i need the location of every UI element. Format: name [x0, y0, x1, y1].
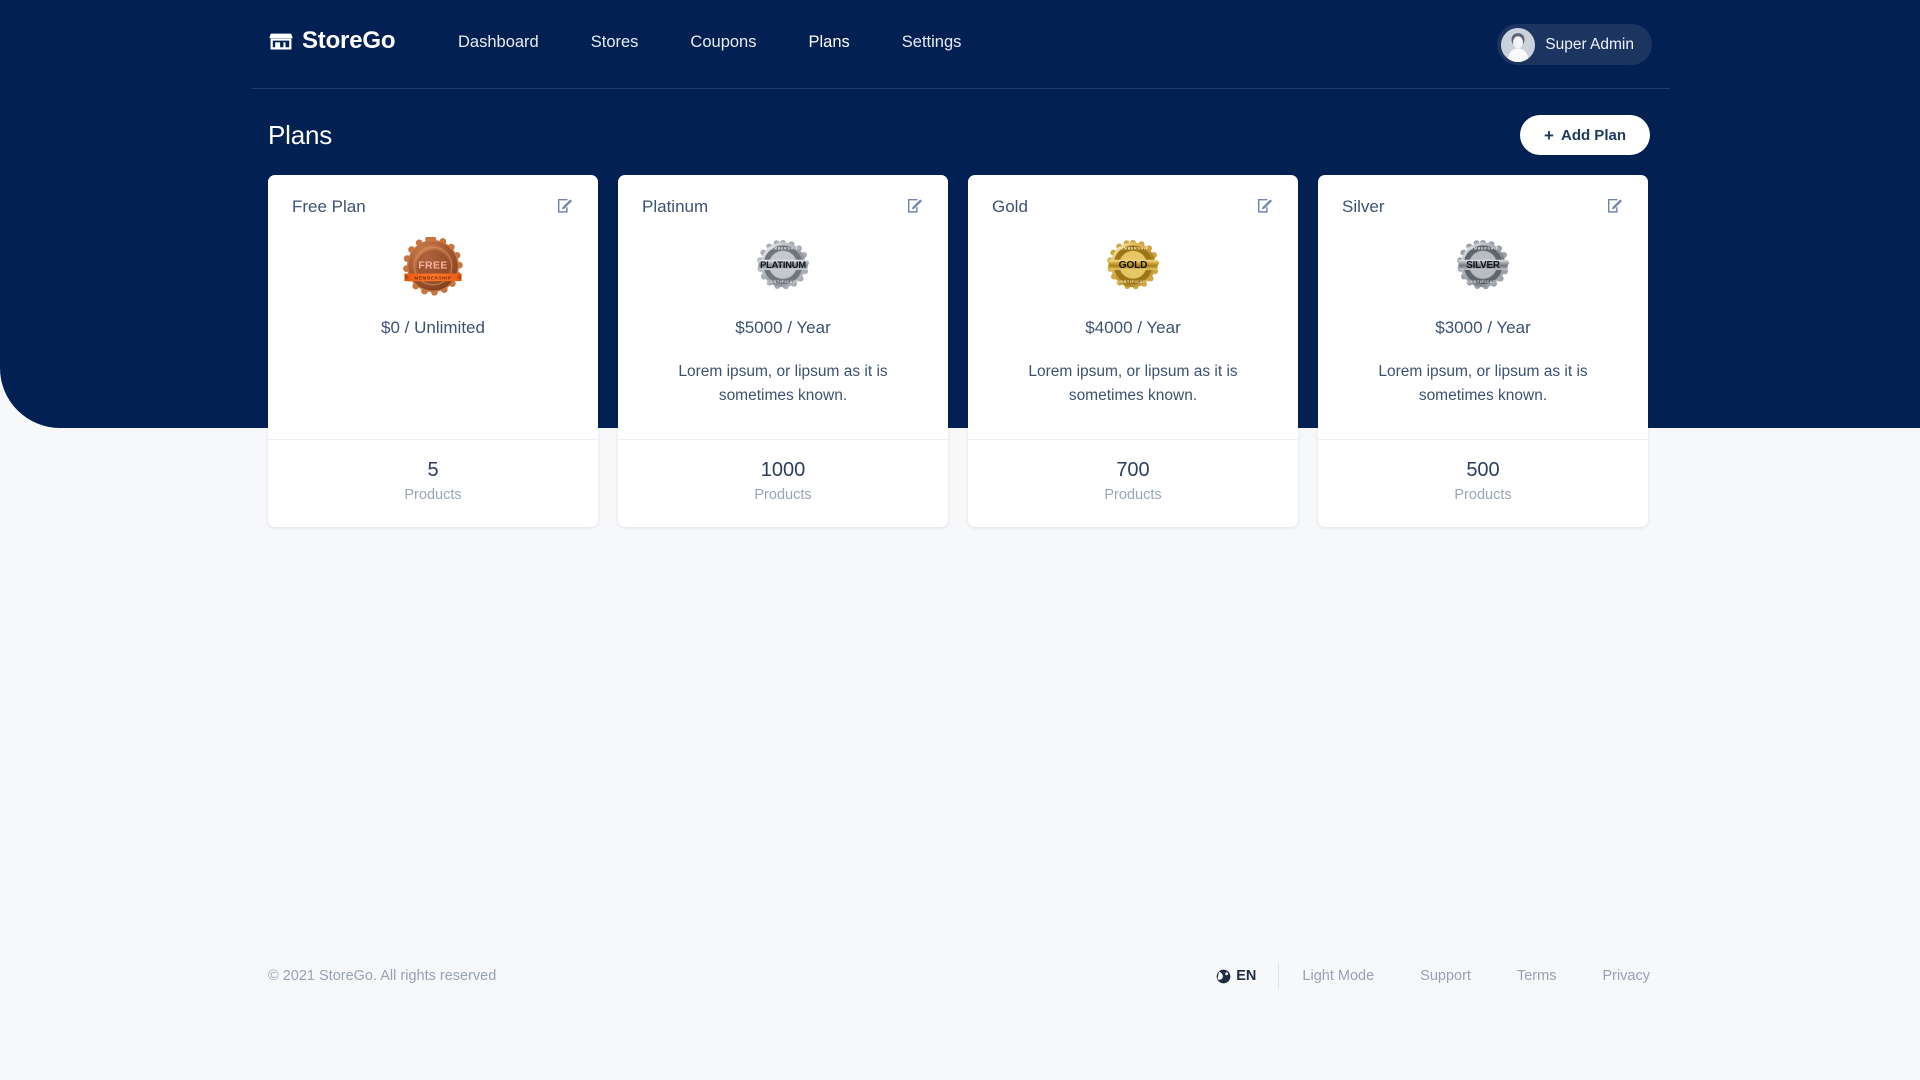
- nav-link-coupons[interactable]: Coupons: [690, 33, 756, 52]
- add-plan-button-label: Add Plan: [1560, 126, 1626, 144]
- add-plan-button[interactable]: + Add Plan: [1520, 115, 1650, 155]
- silver-membership-badge-icon: MEMBERSHIP CERTIFICATE SILVER: [1453, 237, 1513, 297]
- nav-link-dashboard[interactable]: Dashboard: [458, 33, 539, 52]
- nav-link-stores[interactable]: Stores: [591, 33, 639, 52]
- brand-name: StoreGo: [302, 27, 396, 54]
- plan-description: Lorem ipsum, or lipsum as it is sometime…: [678, 363, 888, 405]
- plan-card-title: Silver: [1342, 197, 1385, 216]
- plan-card-free: Free Plan FREE MEMBERSHIP $0 / Unlimited…: [268, 175, 598, 528]
- nav-divider: [252, 88, 1670, 89]
- nav-link-settings[interactable]: Settings: [902, 33, 962, 52]
- svg-text:GOLD: GOLD: [1119, 261, 1148, 272]
- edit-pencil-icon[interactable]: [906, 197, 924, 215]
- svg-text:MEMBERSHIP: MEMBERSHIP: [1467, 247, 1499, 251]
- page-title: Plans: [268, 119, 333, 150]
- plan-description: Lorem ipsum, or lipsum as it is sometime…: [1028, 363, 1238, 405]
- plan-description: Lorem ipsum, or lipsum as it is sometime…: [1378, 363, 1588, 405]
- svg-text:CERTIFICATE: CERTIFICATE: [1467, 280, 1499, 284]
- plan-product-count: 700: [1116, 459, 1150, 482]
- language-label: EN: [1236, 968, 1257, 984]
- plan-card-title: Gold: [992, 197, 1028, 216]
- svg-text:FREE: FREE: [418, 260, 448, 272]
- brand-logo[interactable]: StoreGo: [268, 28, 395, 54]
- edit-pencil-icon[interactable]: [1606, 197, 1624, 215]
- globe-icon: [1216, 969, 1231, 984]
- user-name: Super Admin: [1545, 35, 1634, 53]
- plan-card-body: MEMBERSHIP CERTIFICATE GOLD $4000 / Year…: [968, 217, 1298, 439]
- page-root: StoreGo Dashboard Stores Coupons Plans S…: [0, 0, 1920, 1080]
- footer-link-light-mode[interactable]: Light Mode: [1279, 968, 1397, 984]
- avatar: [1501, 27, 1536, 62]
- plan-card-header: Gold: [968, 175, 1298, 217]
- plan-card-header: Silver: [1318, 175, 1648, 217]
- svg-text:CERTIFICATE: CERTIFICATE: [1117, 280, 1149, 284]
- plan-card-header: Free Plan: [268, 175, 598, 217]
- plus-icon: +: [1544, 125, 1554, 145]
- plan-product-count-label: Products: [404, 487, 462, 504]
- storefront-icon: [268, 28, 294, 54]
- svg-text:MEMBERSHIP: MEMBERSHIP: [767, 247, 799, 251]
- plan-card-platinum: Platinum MEMBERSHIP CERTIFICATE PLATINUM…: [618, 175, 948, 528]
- plan-price: $5000 / Year: [735, 318, 831, 338]
- plan-card-body: FREE MEMBERSHIP $0 / Unlimited: [268, 217, 598, 439]
- svg-text:PLATINUM: PLATINUM: [760, 260, 806, 270]
- footer-link-support[interactable]: Support: [1397, 968, 1494, 984]
- plan-card-silver: Silver MEMBERSHIP CERTIFICATE SILVER $30…: [1318, 175, 1648, 528]
- plan-card-title: Free Plan: [292, 197, 366, 216]
- user-profile-chip[interactable]: Super Admin: [1497, 24, 1652, 65]
- nav-links: Dashboard Stores Coupons Plans Settings: [458, 33, 961, 52]
- plan-card-footer: 5 Products: [268, 439, 598, 527]
- plan-card-gold: Gold MEMBERSHIP CERTIFICATE GOLD $4000 /…: [968, 175, 1298, 528]
- plan-product-count-label: Products: [1454, 487, 1512, 504]
- page-header-row: Plans + Add Plan: [268, 112, 1650, 158]
- plan-card-body: MEMBERSHIP CERTIFICATE SILVER $3000 / Ye…: [1318, 217, 1648, 439]
- gold-membership-badge-icon: MEMBERSHIP CERTIFICATE GOLD: [1103, 237, 1163, 297]
- language-selector[interactable]: EN: [1216, 968, 1278, 984]
- footer-inner: © 2021 StoreGo. All rights reserved EN L: [268, 963, 1650, 989]
- top-navigation-bar: StoreGo Dashboard Stores Coupons Plans S…: [0, 0, 1920, 88]
- plan-price: $0 / Unlimited: [381, 318, 485, 338]
- plan-price: $4000 / Year: [1085, 318, 1181, 338]
- svg-text:SILVER: SILVER: [1466, 260, 1500, 271]
- plan-card-body: MEMBERSHIP CERTIFICATE PLATINUM $5000 / …: [618, 217, 948, 439]
- plan-product-count: 1000: [760, 459, 806, 482]
- plan-product-count: 500: [1466, 459, 1500, 482]
- nav-link-plans[interactable]: Plans: [808, 33, 849, 52]
- page-footer: © 2021 StoreGo. All rights reserved EN L: [0, 938, 1920, 1080]
- plan-card-header: Platinum: [618, 175, 948, 217]
- platinum-membership-badge-icon: MEMBERSHIP CERTIFICATE PLATINUM: [753, 237, 813, 297]
- free-membership-badge-icon: FREE MEMBERSHIP: [403, 237, 463, 297]
- footer-copyright: © 2021 StoreGo. All rights reserved: [268, 968, 497, 984]
- plan-card-grid: Free Plan FREE MEMBERSHIP $0 / Unlimited…: [268, 175, 1650, 528]
- plan-card-footer: 500 Products: [1318, 439, 1648, 527]
- svg-text:MEMBERSHIP: MEMBERSHIP: [414, 276, 451, 281]
- plan-price: $3000 / Year: [1435, 318, 1531, 338]
- plan-card-footer: 1000 Products: [618, 439, 948, 527]
- footer-link-terms[interactable]: Terms: [1494, 968, 1579, 984]
- plan-card-footer: 700 Products: [968, 439, 1298, 527]
- plan-card-title: Platinum: [642, 197, 709, 216]
- plan-product-count-label: Products: [1104, 487, 1162, 504]
- plan-product-count: 5: [427, 459, 439, 482]
- plan-product-count-label: Products: [754, 487, 812, 504]
- footer-link-privacy[interactable]: Privacy: [1579, 968, 1650, 984]
- svg-text:CERTIFICATE: CERTIFICATE: [767, 280, 799, 284]
- footer-links: EN Light Mode Support Terms Privacy: [1216, 963, 1650, 989]
- edit-pencil-icon[interactable]: [556, 197, 574, 215]
- edit-pencil-icon[interactable]: [1256, 197, 1274, 215]
- svg-text:MEMBERSHIP: MEMBERSHIP: [1117, 247, 1149, 251]
